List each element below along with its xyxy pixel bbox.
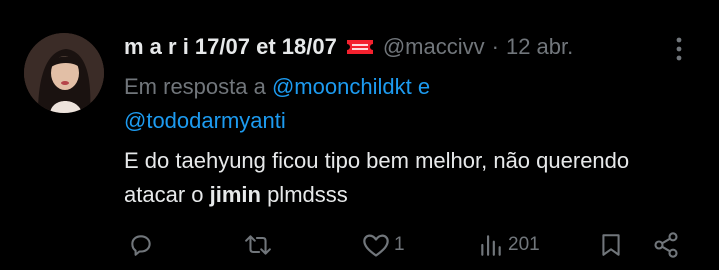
reply-button[interactable] (128, 226, 158, 264)
display-name[interactable]: m a r i 17/07 et 18/07 (124, 34, 337, 60)
reply-user-link-1[interactable]: @moonchildkt (272, 74, 412, 99)
reply-conjunction: e (417, 74, 431, 99)
views-count: 201 (508, 234, 540, 255)
heart-icon (363, 234, 389, 257)
tweet-text-part-1: E do taehyung ficou tipo bem melhor, não… (124, 148, 630, 207)
reply-user-link-2[interactable]: @tododarmyanti (124, 108, 286, 133)
analytics-icon (481, 235, 501, 256)
more-options-icon[interactable] (664, 34, 694, 64)
avatar-image (24, 33, 104, 113)
like-count: 1 (394, 234, 405, 255)
reply-icon (131, 235, 151, 256)
share-icon (654, 232, 678, 258)
action-bar: 1 201 (0, 226, 719, 264)
timestamp[interactable]: 12 abr. (506, 34, 573, 60)
avatar[interactable] (24, 33, 104, 113)
share-button[interactable] (652, 226, 680, 264)
reply-prefix: Em resposta a (124, 74, 266, 99)
reply-context: Em resposta a @moonchildkt e @tododarmya… (124, 70, 684, 138)
views-button[interactable]: 201 (478, 226, 540, 264)
tweet-header: m a r i 17/07 et 18/07 @maccivv · 12 abr… (124, 30, 704, 64)
tweet-text-bold: jimin (209, 182, 261, 207)
tweet-text: E do taehyung ficou tipo bem melhor, não… (124, 144, 694, 212)
bookmark-button[interactable] (598, 226, 624, 264)
like-button[interactable]: 1 (362, 226, 405, 264)
tweet-text-part-2: plmdsss (260, 182, 348, 207)
user-handle[interactable]: @maccivv (383, 34, 485, 60)
bookmark-icon (602, 234, 620, 256)
ticket-icon (345, 36, 375, 58)
retweet-icon (245, 235, 271, 255)
separator-dot: · (491, 34, 499, 59)
retweet-button[interactable] (244, 226, 276, 264)
